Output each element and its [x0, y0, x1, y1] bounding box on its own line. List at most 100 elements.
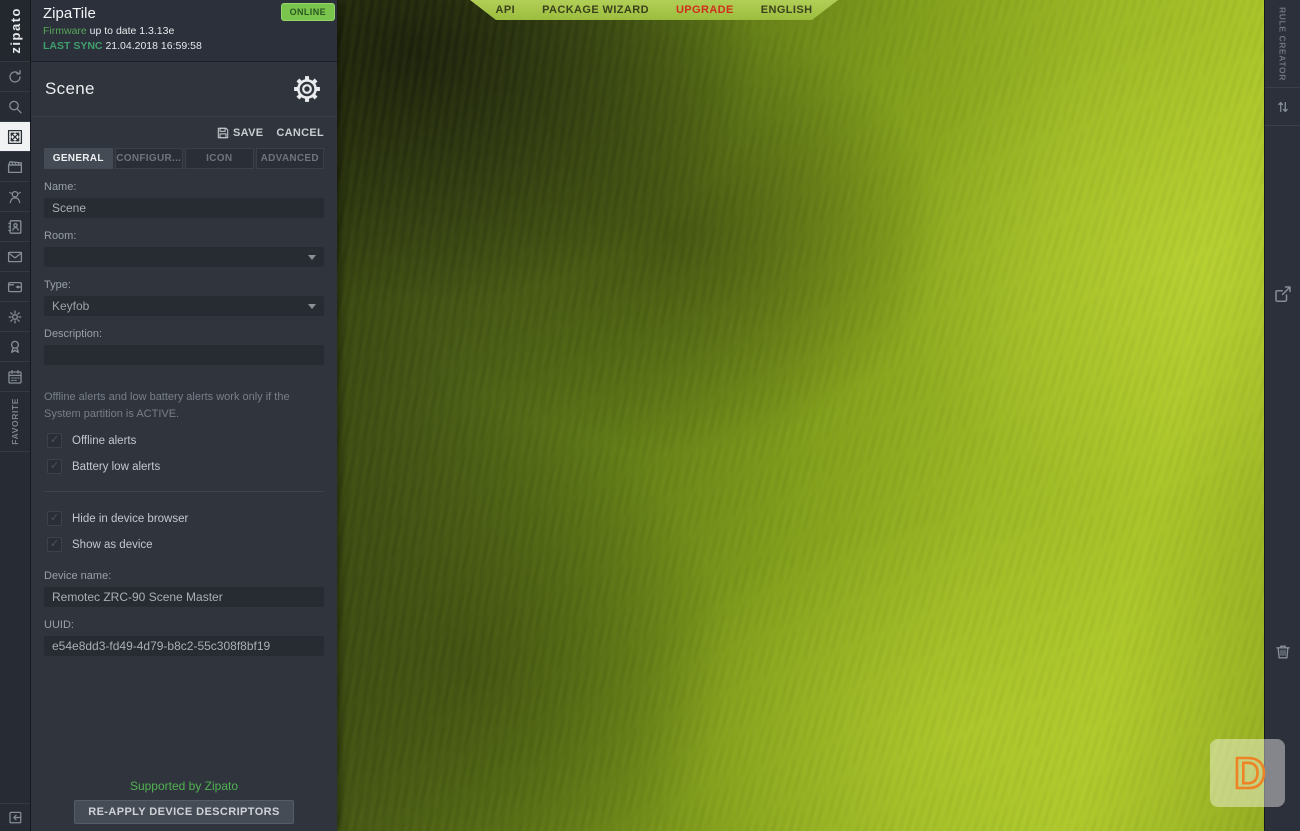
check-icon: ✓ [50, 513, 59, 524]
watermark-letter: D [1234, 749, 1266, 798]
sidebar-item-achievements[interactable] [0, 332, 30, 362]
delete-button[interactable] [1265, 642, 1300, 662]
type-label: Type: [44, 279, 324, 291]
firmware-value: up to date 1.3.13e [90, 25, 175, 37]
hide-in-device-browser-row[interactable]: ✓ Hide in device browser [47, 511, 324, 526]
room-select[interactable] [44, 247, 324, 267]
show-as-device-row[interactable]: ✓ Show as device [47, 537, 324, 552]
cancel-label: CANCEL [276, 127, 324, 139]
sidebar-item-contacts[interactable] [0, 212, 30, 242]
page-title: Scene [45, 79, 95, 99]
device-config-panel: ZipaTile ONLINE Firmware up to date 1.3.… [31, 0, 337, 831]
sidebar-item-scenes[interactable] [0, 152, 30, 182]
last-sync-value: 21.04.2018 16:59:58 [105, 40, 201, 52]
cancel-button[interactable]: CANCEL [276, 127, 324, 139]
check-icon: ✓ [50, 435, 59, 446]
tab-configuration[interactable]: CONFIGUR... [115, 148, 184, 169]
check-icon: ✓ [50, 461, 59, 472]
description-label: Description: [44, 328, 324, 340]
inbox-icon [6, 248, 24, 266]
sidebar-item-sync[interactable] [0, 62, 30, 92]
chevron-down-icon [308, 255, 316, 260]
description-field[interactable] [44, 345, 324, 365]
name-label: Name: [44, 181, 324, 193]
offline-alerts-checkbox[interactable]: ✓ [47, 433, 62, 448]
users-icon [6, 188, 24, 206]
open-external-button[interactable] [1265, 284, 1300, 304]
menu-item-english[interactable]: ENGLISH [761, 4, 813, 16]
show-as-device-checkbox[interactable]: ✓ [47, 537, 62, 552]
general-form: Name: Room: Type: Keyfob Description: Of… [31, 181, 337, 656]
chevron-down-icon [308, 304, 316, 309]
sidebar-item-wallet[interactable] [0, 272, 30, 302]
save-label: SAVE [233, 127, 263, 139]
hide-in-device-browser-checkbox[interactable]: ✓ [47, 511, 62, 526]
rail-spacer [0, 452, 30, 803]
check-icon: ✓ [50, 539, 59, 550]
events-icon [6, 368, 24, 386]
settings-icon [6, 308, 24, 326]
search-icon [6, 98, 24, 116]
type-select-value: Keyfob [52, 299, 89, 313]
offline-alerts-label: Offline alerts [72, 435, 136, 447]
tab-general[interactable]: GENERAL [44, 148, 113, 169]
panel-footer: Supported by Zipato RE-APPLY DEVICE DESC… [31, 779, 337, 824]
sidebar-item-logout[interactable] [0, 803, 30, 831]
sidebar-item-settings[interactable] [0, 302, 30, 332]
battery-low-alerts-checkbox[interactable]: ✓ [47, 459, 62, 474]
tab-icon[interactable]: ICON [185, 148, 254, 169]
watermark-d-logo: D [1218, 744, 1278, 802]
panel-header: ZipaTile ONLINE Firmware up to date 1.3.… [31, 0, 337, 62]
right-icon-rail: RULE CREATOR [1264, 0, 1300, 831]
device-name-label: Device name: [44, 570, 324, 582]
device-name-field[interactable] [44, 587, 324, 607]
supported-by-zipato-text: Supported by Zipato [31, 779, 337, 793]
battery-low-alerts-row[interactable]: ✓ Battery low alerts [47, 459, 324, 474]
firmware-line: Firmware up to date 1.3.13e [43, 25, 325, 37]
open-external-icon [1273, 284, 1293, 304]
top-menu-bar: API PACKAGE WIZARD UPGRADE ENGLISH [470, 0, 838, 20]
sidebar-item-favorite[interactable]: FAVORITE [0, 392, 30, 452]
sidebar-item-search[interactable] [0, 92, 30, 122]
menu-item-upgrade[interactable]: UPGRADE [676, 4, 734, 16]
trash-icon [1273, 642, 1293, 662]
sidebar-item-events[interactable] [0, 362, 30, 392]
scene-header: Scene [31, 62, 337, 117]
reapply-descriptors-button[interactable]: RE-APPLY DEVICE DESCRIPTORS [74, 800, 294, 824]
sidebar-item-users[interactable] [0, 182, 30, 212]
section-divider [44, 491, 324, 492]
status-badge: ONLINE [281, 3, 335, 21]
scene-selector-icon [6, 128, 24, 146]
form-toolbar: SAVE CANCEL [31, 117, 337, 139]
firmware-label: Firmware [43, 25, 87, 37]
gear-icon[interactable] [291, 73, 323, 105]
scenes-icon [6, 158, 24, 176]
menu-item-api[interactable]: API [496, 4, 516, 16]
sort-icon [1274, 98, 1292, 116]
sidebar-item-inbox[interactable] [0, 242, 30, 272]
rule-creator-label: RULE CREATOR [1278, 7, 1288, 81]
logout-icon [7, 809, 24, 826]
last-sync-line: LAST SYNC 21.04.2018 16:59:58 [43, 40, 325, 52]
show-as-device-label: Show as device [72, 539, 153, 551]
menu-item-package-wizard[interactable]: PACKAGE WIZARD [542, 4, 649, 16]
name-field[interactable] [44, 198, 324, 218]
sync-icon [6, 68, 24, 86]
hide-in-device-browser-label: Hide in device browser [72, 513, 188, 525]
achievements-icon [6, 338, 24, 356]
uuid-label: UUID: [44, 619, 324, 631]
sort-button[interactable] [1265, 88, 1300, 126]
sidebar-item-scene-selector[interactable] [0, 122, 30, 152]
rule-creator-tab[interactable]: RULE CREATOR [1265, 0, 1300, 88]
type-select[interactable]: Keyfob [44, 296, 324, 316]
last-sync-label: LAST SYNC [43, 40, 103, 52]
alerts-note: Offline alerts and low battery alerts wo… [44, 389, 328, 422]
save-button[interactable]: SAVE [217, 127, 263, 139]
tab-advanced[interactable]: ADVANCED [256, 148, 325, 169]
offline-alerts-row[interactable]: ✓ Offline alerts [47, 433, 324, 448]
left-icon-rail: zipato FAVORITE [0, 0, 31, 831]
uuid-field[interactable] [44, 636, 324, 656]
battery-low-alerts-label: Battery low alerts [72, 461, 160, 473]
favorite-label: FAVORITE [10, 398, 20, 445]
save-icon [217, 127, 229, 139]
